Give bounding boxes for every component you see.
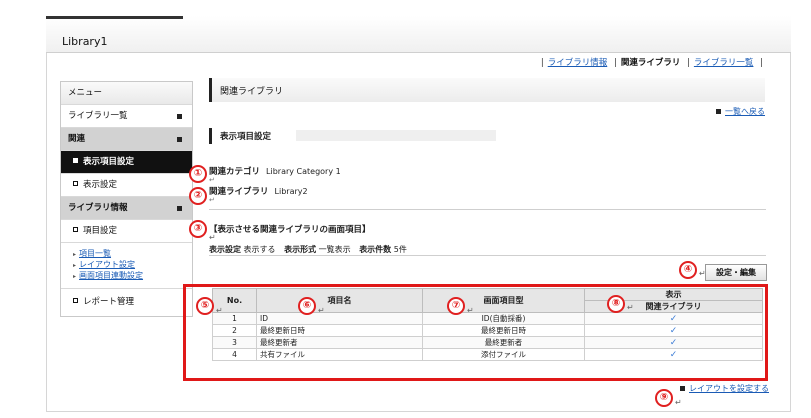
- menu-item-report-management[interactable]: レポート管理: [61, 289, 192, 316]
- display-format-value: 一覧表示: [318, 245, 351, 254]
- section-title-bar: 表示項目設定: [209, 128, 509, 144]
- annotation-badge-1: ①: [189, 165, 207, 183]
- divider: [209, 255, 766, 256]
- layout-settings: レイアウトを設定する: [680, 383, 769, 394]
- table-row: 3 最終更新者 最終更新者 ✓: [212, 336, 763, 349]
- menu-item-item-settings[interactable]: 項目設定: [61, 220, 192, 243]
- bullet-icon: [73, 181, 78, 186]
- display-items-table: No. 項目名 画面項目型 表示 関連ライブラリ 1 ID ID(自動採番) ✓…: [212, 288, 763, 361]
- included-items-title: 【表示させる関連ライブラリの画面項目】: [209, 225, 371, 235]
- square-icon: [177, 137, 182, 142]
- table-row: 1 ID ID(自動採番) ✓: [212, 312, 763, 325]
- display-count-value: 5件: [393, 245, 407, 254]
- related-category-label: 関連カテゴリ: [209, 167, 261, 177]
- menu-header: メニュー: [61, 82, 192, 105]
- nav-library-info-link[interactable]: ライブラリ情報: [548, 58, 608, 68]
- layout-settings-link[interactable]: レイアウトを設定する: [689, 384, 769, 393]
- menu-group-library-info[interactable]: ライブラリ情報: [61, 197, 192, 220]
- related-category-row: 関連カテゴリ Library Category 1 ↵: [209, 167, 341, 184]
- page-title: 関連ライブラリ: [220, 87, 284, 97]
- check-icon: ✓: [584, 348, 763, 361]
- related-library-label: 関連ライブラリ: [209, 187, 269, 197]
- back-to-list-link[interactable]: 一覧へ戻る: [725, 107, 765, 116]
- bullet-icon: [73, 298, 78, 303]
- divider: [209, 209, 766, 210]
- back-to-list: 一覧へ戻る: [716, 106, 765, 117]
- check-icon: ✓: [584, 312, 763, 325]
- display-setting-value: 表示する: [243, 245, 276, 254]
- annotation-badge-4: ④: [679, 261, 697, 279]
- bullet-icon: [73, 227, 78, 232]
- page-title-bar: 関連ライブラリ: [209, 78, 765, 102]
- related-category-value: Library Category 1: [266, 167, 341, 176]
- table-row: 2 最終更新日時 最終更新日時 ✓: [212, 324, 763, 337]
- nav-library-list-link[interactable]: ライブラリ一覧: [694, 58, 754, 68]
- square-icon: [177, 206, 182, 211]
- header-accent-line: [46, 16, 183, 19]
- square-icon: [680, 386, 685, 391]
- menu-item-display-settings[interactable]: 表示設定: [61, 174, 192, 197]
- menu-item-display-item-settings[interactable]: 表示項目設定: [61, 151, 192, 174]
- nav-related-library-current: 関連ライブラリ: [620, 58, 681, 68]
- menu-group-related[interactable]: 関連: [61, 128, 192, 151]
- menu-link-layout-settings[interactable]: レイアウト設定: [79, 260, 135, 269]
- menu-link-screen-item-linkage[interactable]: 画面項目連動設定: [79, 271, 143, 280]
- top-navigation: | ライブラリ情報 | 関連ライブラリ | ライブラリ一覧 |: [540, 58, 763, 68]
- menu-sub-links: 項目一覧 レイアウト設定 画面項目連動設定: [61, 243, 192, 289]
- section-title: 表示項目設定: [220, 132, 272, 142]
- related-library-value: Library2: [274, 187, 308, 196]
- check-icon: ✓: [584, 324, 763, 337]
- col-header-name: 項目名: [256, 288, 423, 313]
- header-bar: [46, 16, 791, 53]
- check-icon: ✓: [584, 336, 763, 349]
- menu-item-library-list[interactable]: ライブラリ一覧: [61, 105, 192, 128]
- table-row: 4 共有ファイル 添付ファイル ✓: [212, 348, 763, 361]
- annotation-badge-9: ⑨: [655, 389, 673, 407]
- app-title: Library1: [62, 35, 108, 48]
- annotation-badge-6: ⑥: [298, 297, 316, 315]
- sidebar-menu: メニュー ライブラリ一覧 関連 表示項目設定 表示設定 ライブラリ情報 項目設定…: [60, 81, 193, 317]
- square-icon: [177, 114, 182, 119]
- related-library-row: 関連ライブラリ Library2 ↵: [209, 187, 308, 204]
- annotation-badge-2: ②: [189, 187, 207, 205]
- annotation-badge-8: ⑧: [607, 295, 625, 313]
- annotation-badge-3: ③: [189, 220, 207, 238]
- display-summary: 表示設定 表示する 表示形式 一覧表示 表示件数 5件: [209, 245, 407, 254]
- settings-edit-button[interactable]: 設定・編集: [705, 264, 767, 281]
- annotation-badge-5: ⑤: [196, 297, 214, 315]
- annotation-badge-7: ⑦: [447, 297, 465, 315]
- menu-link-item-list[interactable]: 項目一覧: [79, 249, 111, 258]
- square-icon: [716, 109, 721, 114]
- bullet-icon: [73, 158, 78, 163]
